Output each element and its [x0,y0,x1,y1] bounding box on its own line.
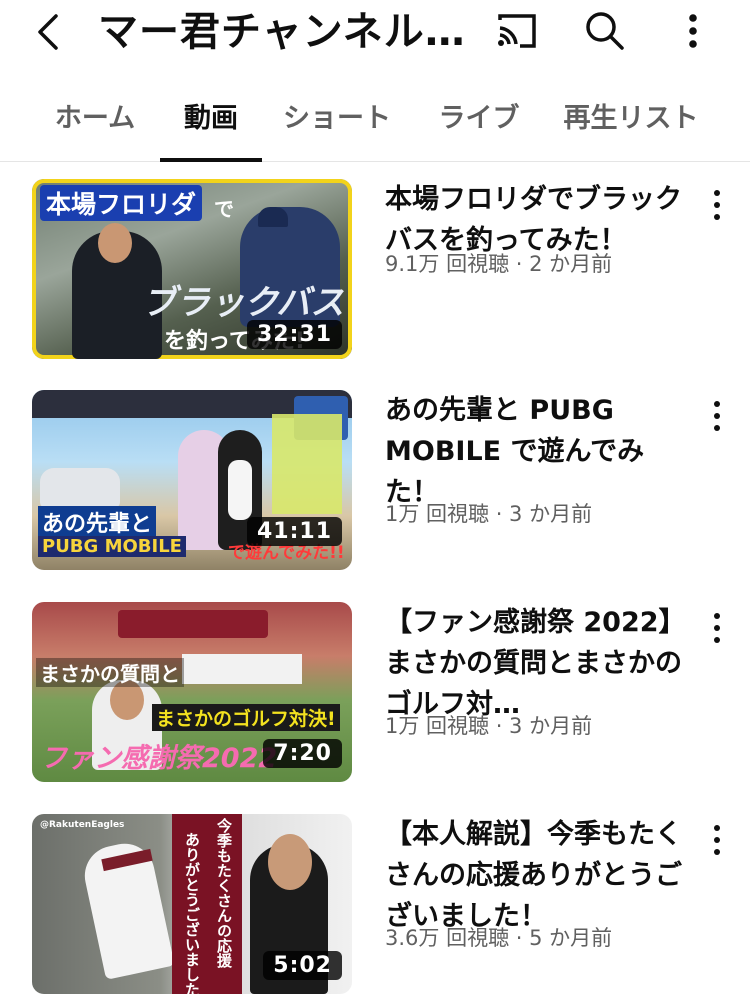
more-vert-icon[interactable] [678,8,708,54]
more-vert-icon[interactable] [704,608,730,648]
thumbnail-caption-1: あの先輩と [38,506,157,538]
thumbnail-caption-1: 今季もたくさんの応援 [215,818,233,968]
video-meta: 9.1万 回視聴 · 2 か月前 [385,252,613,276]
thumbnail-caption-2: まさかのゴルフ対決! [152,704,340,731]
game-building [272,414,342,514]
tab-videos[interactable]: 動画 [160,78,262,162]
thumbnail-caption-3: @RakutenEagles [40,820,125,830]
thumbnail-caption-2: PUBG MOBILE [38,536,186,557]
video-item[interactable]: まさかの質問と まさかのゴルフ対決! ファン感謝祭2022 7:20 【ファン感… [0,602,750,792]
more-vert-icon[interactable] [704,185,730,225]
stage [182,654,302,684]
channel-title: マー君チャンネル… [98,9,466,55]
thumbnail-caption-1: まさかの質問と [36,658,184,687]
search-icon[interactable] [582,8,628,54]
tab-shorts[interactable]: ショート [272,78,402,162]
thumbnail-caption-3: ブラックバス [142,283,345,323]
video-item[interactable]: 今季もたくさんの応援 ありがとうございました! @RakutenEagles 5… [0,814,750,1003]
top-app-bar: マー君チャンネル… [0,0,750,78]
video-thumbnail[interactable]: まさかの質問と まさかのゴルフ対決! ファン感謝祭2022 7:20 [32,602,352,782]
cap [258,207,288,227]
active-tab-indicator [160,158,262,162]
more-vert-icon[interactable] [704,820,730,860]
thumbnail-caption-3: ファン感謝祭2022 [40,743,278,774]
thumbnail-caption-2: で [214,197,234,221]
tab-live[interactable]: ライブ [428,78,530,162]
game-car [40,468,120,508]
video-meta: 1万 回視聴 · 3 か月前 [385,714,593,738]
tab-home[interactable]: ホーム [40,78,150,162]
back-arrow-icon[interactable] [28,10,72,54]
video-title[interactable]: 【ファン感謝祭 2022】まさかの質問とまさかのゴルフ対… [385,602,690,725]
thumbnail-caption-1: 本場フロリダ [40,185,203,221]
video-title[interactable]: 【本人解説】今季もたくさんの応援ありがとうございました！ [385,814,690,937]
video-duration: 7:20 [263,739,342,768]
video-duration: 41:11 [246,517,342,546]
thumbnail-caption-2: ありがとうございました! [183,832,201,994]
video-meta: 1万 回視聴 · 3 か月前 [385,502,593,526]
more-vert-icon[interactable] [704,396,730,436]
bear-belly [228,460,252,520]
video-duration: 5:02 [263,951,342,980]
video-item[interactable]: あの先輩と PUBG MOBILE で遊んでみた!! 41:11 あの先輩と P… [0,390,750,580]
channel-tabs: ホーム 動画 ショート ライブ 再生リスト [0,78,750,162]
team-logo-banner [118,610,268,638]
video-item[interactable]: 本場フロリダ で ブラックバス を釣ってみた! 32:31 本場フロリダでブラッ… [0,179,750,369]
video-thumbnail[interactable]: あの先輩と PUBG MOBILE で遊んでみた!! 41:11 [32,390,352,570]
video-duration: 32:31 [246,320,342,349]
angler-face [98,223,132,263]
tab-playlists[interactable]: 再生リスト [556,78,706,162]
speaker-face [268,834,312,890]
cast-icon[interactable] [494,10,540,52]
video-title[interactable]: あの先輩と PUBG MOBILE で遊んでみた！ [385,390,690,513]
video-meta: 3.6万 回視聴 · 5 か月前 [385,926,613,950]
video-thumbnail[interactable]: 今季もたくさんの応援 ありがとうございました! @RakutenEagles 5… [32,814,352,994]
video-thumbnail[interactable]: 本場フロリダ で ブラックバス を釣ってみた! 32:31 [32,179,352,359]
